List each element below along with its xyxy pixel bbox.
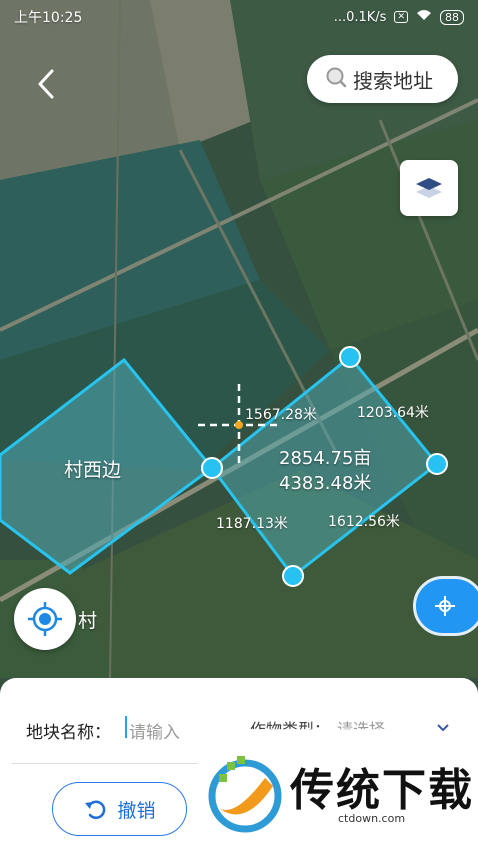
search-icon xyxy=(325,66,347,92)
edge-length: 1203.64米 xyxy=(357,405,429,421)
locate-icon xyxy=(28,602,62,636)
crop-type-label: 作物类型： xyxy=(250,720,331,739)
status-bar: 上午10:25 ...0.1K/s ✕ 88 xyxy=(0,0,478,34)
edit-tool-icon xyxy=(435,596,455,616)
undo-button[interactable]: 撤销 xyxy=(52,782,187,836)
watermark-url: ctdown.com xyxy=(338,812,406,825)
chevron-down-icon xyxy=(437,724,449,732)
undo-icon xyxy=(85,800,106,820)
vertex-handle[interactable] xyxy=(201,457,223,479)
plot-perimeter: 4383.48米 xyxy=(279,473,372,494)
network-speed: ...0.1K/s xyxy=(333,9,387,25)
vertex-handle[interactable] xyxy=(282,565,304,587)
plot-name-label: 地块名称： xyxy=(26,723,111,743)
layers-icon xyxy=(416,178,442,198)
edge-length: 1567.28米 xyxy=(245,407,317,423)
plot-name-input[interactable]: 请输入 xyxy=(129,718,180,743)
search-address-button[interactable]: 搜索地址 xyxy=(307,55,458,103)
edge-length: 1187.13米 xyxy=(216,516,288,532)
text-caret xyxy=(125,716,127,738)
saved-plot-name: 村西边 xyxy=(64,459,122,481)
wifi-icon xyxy=(416,9,432,25)
search-label: 搜索地址 xyxy=(353,68,433,93)
back-icon xyxy=(38,69,54,99)
village-label: 村 xyxy=(78,610,98,632)
map-layers-button[interactable] xyxy=(400,160,458,216)
undo-label: 撤销 xyxy=(117,799,156,822)
watermark-text: 传统下载 xyxy=(290,765,474,816)
status-time: 上午10:25 xyxy=(14,10,83,26)
plot-area: 2854.75亩 xyxy=(279,448,372,469)
crop-type-select[interactable]: 请选择 xyxy=(337,716,385,729)
crop-type-dropdown[interactable] xyxy=(436,718,450,737)
sim-icon: ✕ xyxy=(394,11,408,23)
vertex-handle[interactable] xyxy=(339,346,361,368)
draw-tool-button[interactable] xyxy=(413,576,478,636)
divider xyxy=(12,763,198,764)
battery-indicator: 88 xyxy=(440,9,464,25)
vertex-handle[interactable] xyxy=(426,453,448,475)
locate-button[interactable] xyxy=(14,588,76,650)
edge-length: 1612.56米 xyxy=(328,514,400,530)
back-button[interactable] xyxy=(26,64,66,104)
